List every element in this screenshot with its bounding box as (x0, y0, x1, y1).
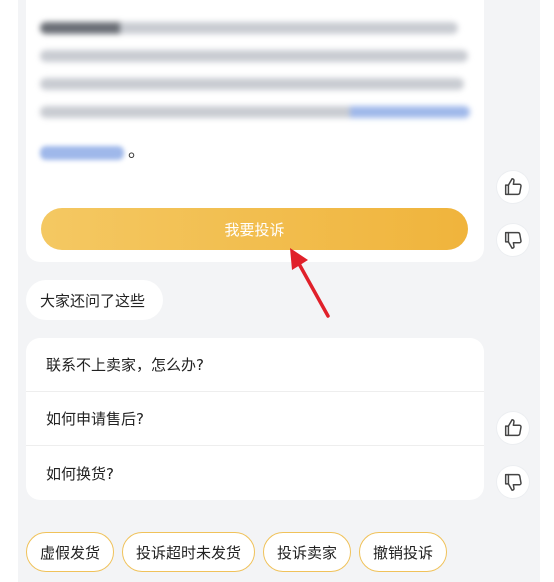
thumbs-down-icon (504, 231, 522, 249)
faq-question-3[interactable]: 如何换货? (26, 446, 484, 500)
complain-button[interactable]: 我要投诉 (41, 208, 468, 250)
like-button-1[interactable] (497, 171, 529, 203)
chip-complain-seller[interactable]: 投诉卖家 (263, 532, 352, 572)
faq-heading-bubble: 大家还问了这些 (26, 280, 164, 320)
faq-question-list: 联系不上卖家，怎么办? 如何申请售后? 如何换货? (26, 338, 484, 500)
faq-heading: 大家还问了这些 (40, 291, 146, 310)
chip-overdue-shipping-complaint[interactable]: 投诉超时未发货 (122, 532, 256, 572)
quick-reply-chips: 虚假发货 投诉超时未发货 投诉卖家 撤销投诉 (26, 532, 448, 572)
faq-question-2[interactable]: 如何申请售后? (26, 392, 484, 446)
redacted-link[interactable] (40, 146, 124, 160)
thumbs-up-icon (504, 178, 522, 196)
answer-link-tail: 。 (40, 140, 146, 166)
chip-fake-shipping[interactable]: 虚假发货 (26, 532, 115, 572)
thumbs-up-icon (504, 419, 522, 437)
dislike-button-2[interactable] (497, 466, 529, 498)
chat-screen: 。 我要投诉 大家还问了这些 联系不上卖家，怎么办? 如何申请售后? 如何换货? (0, 0, 554, 582)
faq-question-1[interactable]: 联系不上卖家，怎么办? (26, 338, 484, 392)
answer-period: 。 (128, 141, 146, 162)
chip-cancel-complaint[interactable]: 撤销投诉 (359, 532, 448, 572)
like-button-2[interactable] (497, 412, 529, 444)
thumbs-down-icon (504, 473, 522, 491)
redacted-answer-text (40, 22, 470, 134)
answer-card: 。 我要投诉 (26, 0, 484, 262)
dislike-button-1[interactable] (497, 224, 529, 256)
